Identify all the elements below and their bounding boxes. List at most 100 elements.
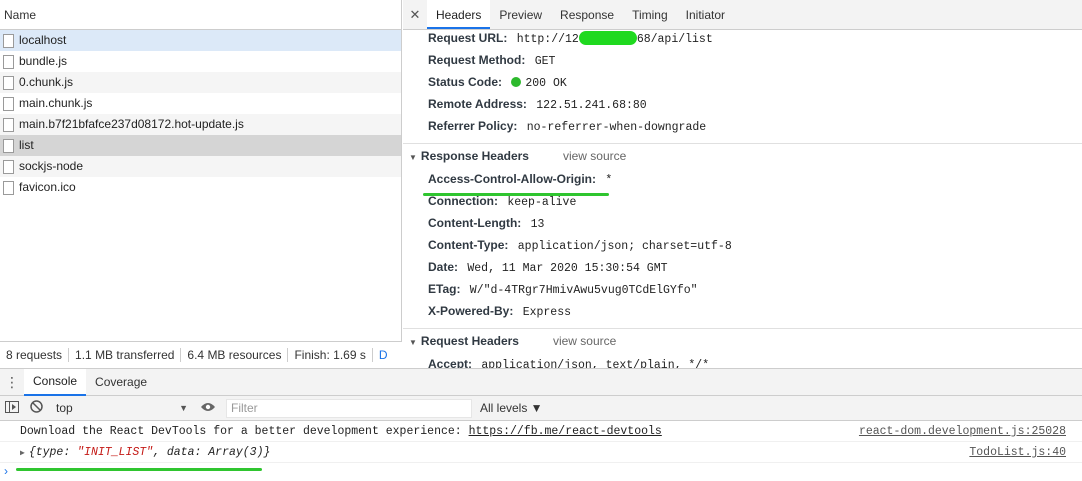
response-header-row: Content-Length: 13 [403, 212, 1082, 234]
status-code-row: Status Code: 200 OK [403, 71, 1082, 93]
response-headers-section[interactable]: ▼ Response Headers view source [403, 143, 1082, 168]
message-source-link[interactable]: react-dom.development.js:25028 [859, 421, 1066, 441]
header-value: application/json, text/plain, */* [481, 359, 710, 368]
close-icon[interactable]: ✕ [403, 0, 427, 29]
request-details-pane: ✕ Headers Preview Response Timing Initia… [403, 0, 1082, 368]
annotation-underline [423, 193, 609, 196]
header-value: no-referrer-when-downgrade [526, 121, 707, 134]
status-ok-icon [511, 77, 522, 87]
tab-initiator[interactable]: Initiator [677, 0, 734, 29]
response-header-row: Content-Type: application/json; charset=… [403, 234, 1082, 256]
object-string: "INIT_LIST" [77, 446, 154, 459]
header-value: keep-alive [507, 196, 577, 209]
redaction-mark [578, 31, 637, 45]
request-header-row: Accept: application/json, text/plain, */… [403, 353, 1082, 368]
header-value: 122.51.241.68:80 [536, 99, 647, 112]
message-body: Download the React DevTools for a better… [20, 425, 469, 438]
response-header-row: Date: Wed, 11 Mar 2020 15:30:54 GMT [403, 256, 1082, 278]
request-row-0-chunk[interactable]: 0.chunk.js [0, 72, 401, 93]
request-url-row: Request URL: http://12 68/api/list [403, 27, 1082, 49]
dom-content-loaded: D [378, 348, 388, 362]
file-icon [3, 33, 14, 48]
console-message: Download the React DevTools for a better… [0, 421, 1082, 442]
file-icon [3, 117, 14, 132]
section-title: Response Headers [420, 149, 529, 163]
console-prompt[interactable]: › [0, 463, 1082, 479]
referrer-policy-row: Referrer Policy: no-referrer-when-downgr… [403, 115, 1082, 137]
request-row-bundle[interactable]: bundle.js [0, 51, 401, 72]
header-value: http://12 [516, 33, 579, 46]
context-selector[interactable]: top ▼ [52, 399, 188, 418]
file-icon [3, 180, 14, 195]
console-message[interactable]: ▶ {type: "INIT_LIST", data: Array(3)} Tod… [0, 442, 1082, 463]
header-key: Request URL: [428, 31, 508, 45]
message-source-link[interactable]: TodoList.js:40 [969, 442, 1066, 462]
message-text: Download the React DevTools for a better… [20, 421, 662, 441]
header-value: 13 [530, 218, 545, 231]
headers-content: Request URL: http://12 68/api/list Reques… [403, 27, 1082, 368]
annotation-underline [16, 468, 262, 471]
sidebar-toggle-icon[interactable] [0, 400, 24, 416]
triangle-down-icon: ▼ [409, 338, 417, 347]
file-icon [3, 159, 14, 174]
request-row-localhost[interactable]: localhost [0, 30, 401, 51]
header-key: Date: [428, 260, 459, 274]
filter-input[interactable]: Filter [226, 398, 472, 418]
object-suffix: , data: Array(3)} [153, 446, 271, 459]
request-list: localhost bundle.js 0.chunk.js main.chun… [0, 30, 401, 198]
tab-response[interactable]: Response [551, 0, 623, 29]
drawer-tabbar: ⋮ Console Coverage [0, 368, 1082, 396]
request-row-favicon[interactable]: favicon.ico [0, 177, 401, 198]
clear-console-icon[interactable] [24, 400, 48, 416]
request-name: sockjs-node [19, 159, 84, 173]
log-levels-dropdown[interactable]: All levels ▼ [480, 401, 543, 415]
name-column-header[interactable]: Name [0, 0, 401, 30]
remote-address-row: Remote Address: 122.51.241.68:80 [403, 93, 1082, 115]
header-value: GET [534, 55, 556, 68]
section-title: Request Headers [420, 334, 519, 348]
view-source-link[interactable]: view source [553, 334, 616, 348]
header-value: W/"d-4TRgr7HmivAwu5vug0TCdElGYfo" [469, 284, 698, 297]
console-drawer: ⋮ Console Coverage top ▼ Filter All leve… [0, 368, 1082, 481]
details-tabbar: ✕ Headers Preview Response Timing Initia… [403, 0, 1082, 30]
header-key: Request Method: [428, 53, 526, 67]
eye-icon[interactable] [196, 401, 220, 415]
resources-size: 6.4 MB resources [181, 348, 289, 362]
object-preview[interactable]: ▶ {type: "INIT_LIST", data: Array(3)} [20, 442, 270, 462]
tab-coverage[interactable]: Coverage [86, 370, 156, 395]
request-name: main.chunk.js [19, 96, 93, 110]
request-name: localhost [19, 33, 67, 47]
request-name: favicon.ico [19, 180, 76, 194]
header-key: Status Code: [428, 75, 503, 89]
devtools-link[interactable]: https://fb.me/react-devtools [469, 425, 662, 438]
header-key: Connection: [428, 194, 498, 208]
tab-headers[interactable]: Headers [427, 0, 491, 29]
chevron-down-icon: ▼ [179, 402, 188, 413]
request-row-hot-update[interactable]: main.b7f21bfafce237d08172.hot-update.js [0, 114, 401, 135]
header-key: Access-Control-Allow-Origin: [428, 172, 597, 186]
finish-time: Finish: 1.69 s [288, 348, 373, 362]
view-source-link[interactable]: view source [563, 149, 626, 163]
tab-preview[interactable]: Preview [490, 0, 551, 29]
header-key: X-Powered-By: [428, 304, 514, 318]
header-value: 200 OK [525, 77, 567, 90]
tab-console[interactable]: Console [24, 368, 87, 396]
header-value: Wed, 11 Mar 2020 15:30:54 GMT [467, 262, 668, 275]
triangle-right-icon: ▶ [20, 449, 25, 458]
context-value: top [56, 400, 73, 415]
header-key: Referrer Policy: [428, 119, 518, 133]
file-icon [3, 138, 14, 153]
request-row-sockjs[interactable]: sockjs-node [0, 156, 401, 177]
response-header-row: Access-Control-Allow-Origin: * [403, 168, 1082, 190]
header-key: Content-Type: [428, 238, 509, 252]
request-row-main-chunk[interactable]: main.chunk.js [0, 93, 401, 114]
tab-timing[interactable]: Timing [623, 0, 677, 29]
transferred-size: 1.1 MB transferred [69, 348, 182, 362]
more-options-icon[interactable]: ⋮ [0, 369, 24, 396]
header-value: * [605, 174, 613, 187]
request-count: 8 requests [0, 348, 70, 362]
request-name: list [19, 138, 34, 152]
request-headers-section[interactable]: ▼ Request Headers view source [403, 328, 1082, 353]
request-row-list[interactable]: list [0, 135, 401, 156]
request-name: main.b7f21bfafce237d08172.hot-update.js [19, 117, 244, 131]
